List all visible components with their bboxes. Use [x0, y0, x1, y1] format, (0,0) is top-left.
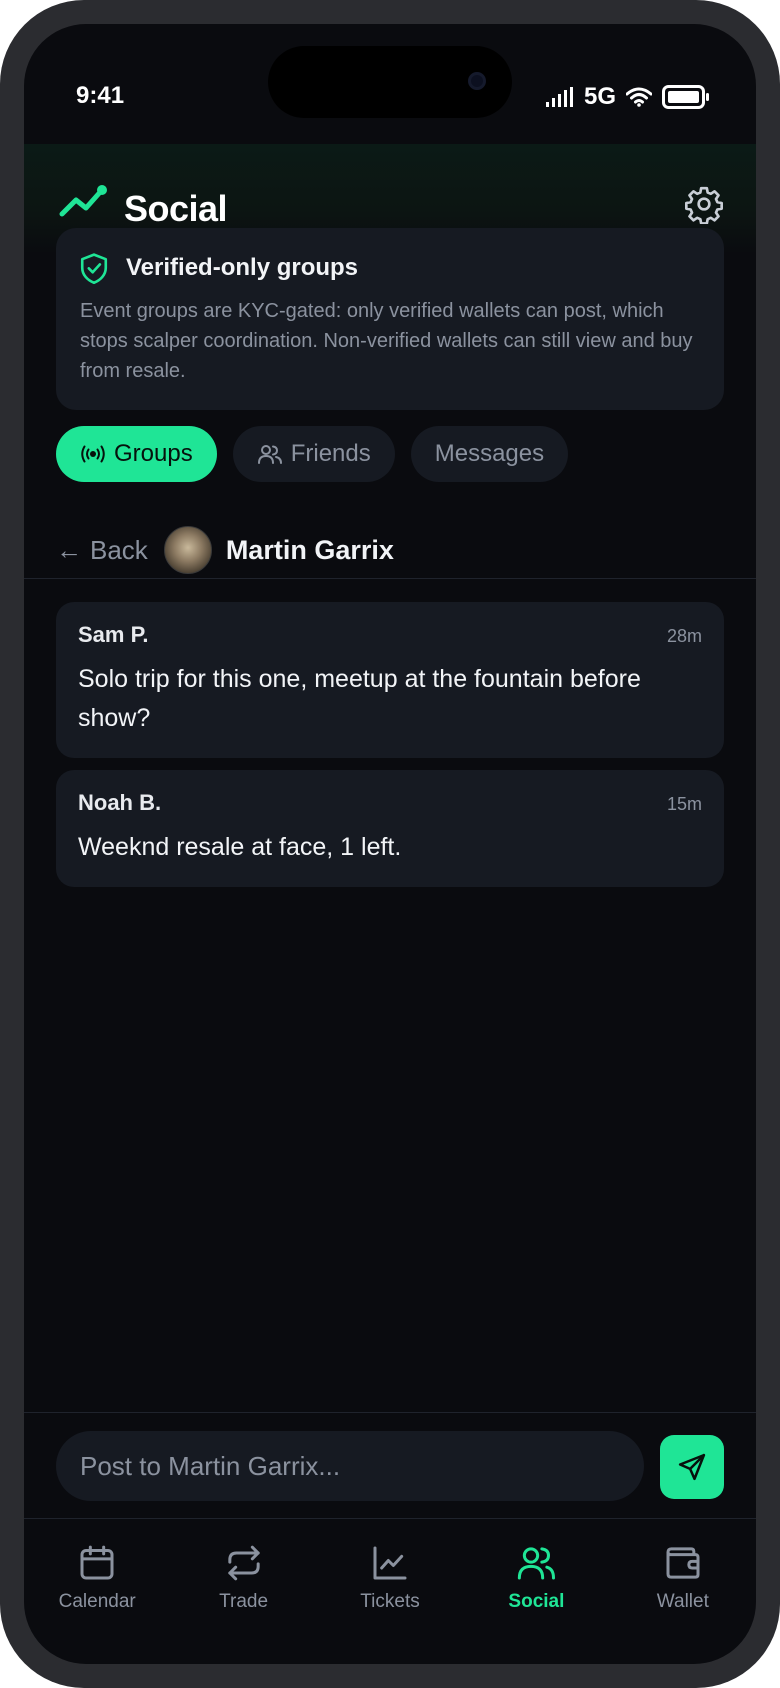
- dynamic-island: [268, 46, 512, 118]
- nav-wallet-label: Wallet: [656, 1591, 709, 1612]
- nav-calendar-label: Calendar: [58, 1591, 136, 1612]
- message-time: 28m: [666, 626, 702, 646]
- nav-trade-label: Trade: [219, 1591, 269, 1612]
- message-author: Noah B.: [78, 790, 162, 815]
- message-time: 15m: [666, 794, 702, 814]
- back-label: Back: [90, 534, 148, 565]
- phone-frame: 9:41 5G Social Verified-only groups Even…: [0, 0, 780, 1688]
- tab-friends-label: Friends: [290, 440, 371, 467]
- signal-icon: [545, 87, 573, 107]
- message-card: Noah B. 15m Weeknd resale at face, 1 lef…: [56, 770, 724, 887]
- tab-friends[interactable]: Friends: [232, 426, 395, 482]
- post-input[interactable]: [56, 1431, 644, 1501]
- avatar: [163, 526, 212, 574]
- camera-icon: [468, 72, 486, 90]
- users-icon: [257, 445, 282, 464]
- verified-groups-card: Verified-only groups Event groups are KY…: [56, 228, 724, 410]
- nav-trade[interactable]: Trade: [170, 1519, 316, 1664]
- message-text: Weeknd resale at face, 1 left.: [78, 833, 402, 861]
- social-tabs: Groups Friends Messages: [56, 426, 569, 482]
- divider: [24, 578, 756, 579]
- page-title: Social: [124, 188, 228, 229]
- status-time: 9:41: [76, 82, 125, 109]
- calendar-icon: [80, 1545, 114, 1580]
- shield-check-icon: [80, 253, 108, 285]
- gear-icon[interactable]: [684, 184, 724, 224]
- nav-social[interactable]: Social: [463, 1519, 609, 1664]
- screen: 9:41 5G Social Verified-only groups Even…: [24, 24, 756, 1664]
- message-text: Solo trip for this one, meetup at the fo…: [78, 665, 641, 732]
- users-icon: [518, 1547, 556, 1580]
- network-label: 5G: [583, 83, 616, 110]
- send-icon: [678, 1453, 706, 1481]
- battery-icon: [662, 85, 709, 109]
- bottom-nav: Calendar Trade Tickets Social Wallet: [24, 1518, 756, 1664]
- info-card-text: Event groups are KYC-gated: only verifie…: [80, 300, 693, 382]
- tab-groups[interactable]: Groups: [56, 426, 217, 482]
- info-card-title: Verified-only groups: [126, 254, 359, 281]
- status-indicators: 5G: [545, 82, 710, 112]
- wallet-icon: [666, 1547, 700, 1579]
- chart-line-icon: [373, 1546, 407, 1580]
- message-author: Sam P.: [78, 622, 149, 647]
- trend-up-icon: [59, 185, 107, 217]
- tab-messages[interactable]: Messages: [410, 426, 569, 482]
- message-card: Sam P. 28m Solo trip for this one, meetu…: [56, 602, 724, 758]
- group-name: Martin Garrix: [225, 534, 394, 565]
- repeat-icon: [227, 1545, 260, 1581]
- send-button[interactable]: [660, 1435, 724, 1499]
- nav-calendar[interactable]: Calendar: [24, 1519, 170, 1664]
- nav-tickets-label: Tickets: [360, 1591, 420, 1612]
- tab-groups-label: Groups: [114, 440, 193, 467]
- nav-social-label: Social: [508, 1591, 565, 1612]
- chat-header: ← Back Martin Garrix: [56, 520, 724, 580]
- compose-bar: [24, 1412, 756, 1518]
- back-button[interactable]: ← Back: [56, 535, 148, 566]
- tab-messages-label: Messages: [434, 440, 545, 467]
- nav-tickets[interactable]: Tickets: [317, 1519, 463, 1664]
- arrow-left-icon: ←: [56, 534, 82, 565]
- wifi-icon: [626, 87, 652, 107]
- nav-wallet[interactable]: Wallet: [610, 1519, 756, 1664]
- broadcast-icon: [81, 445, 105, 463]
